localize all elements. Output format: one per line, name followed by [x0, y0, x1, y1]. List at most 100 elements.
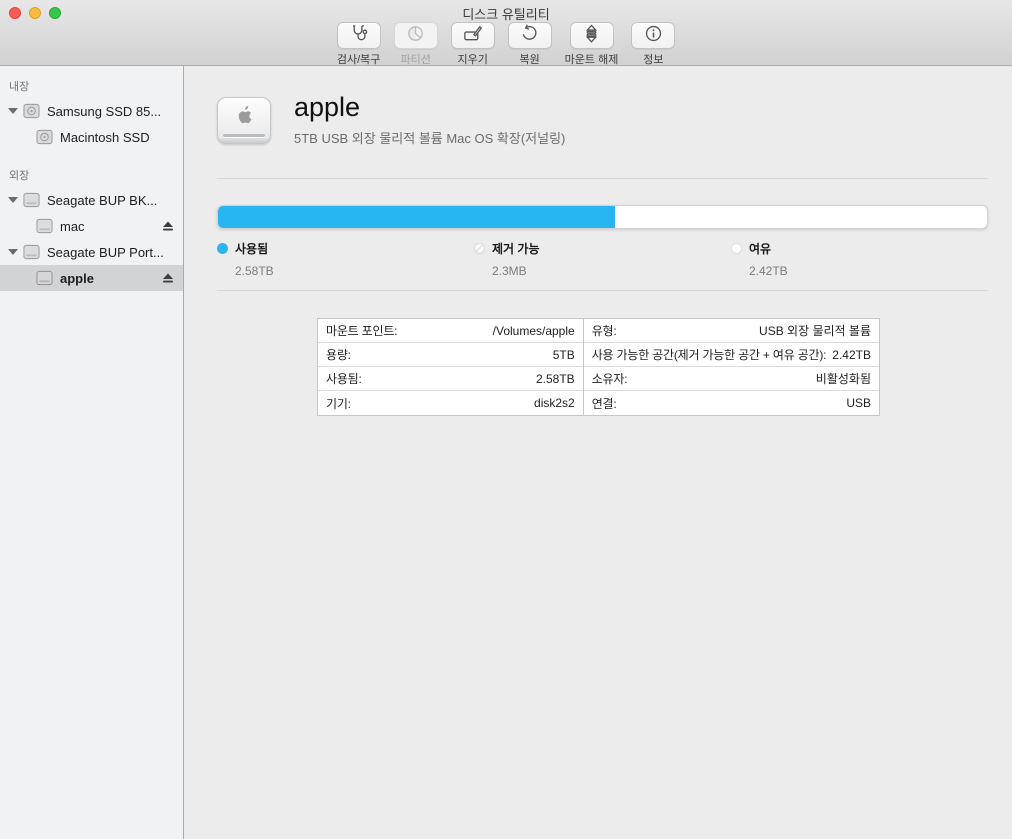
divider: [217, 178, 988, 179]
first-aid-label: 검사/복구: [337, 51, 381, 67]
sidebar-item-mac[interactable]: mac: [0, 213, 183, 239]
restore-icon: [519, 23, 540, 49]
detail-label: 기기:: [326, 395, 351, 412]
toolbar: 검사/복구 파티션: [0, 22, 1012, 67]
device-image: [217, 97, 271, 144]
erase-button[interactable]: [451, 22, 495, 49]
sidebar-section-external: 외장: [0, 163, 183, 187]
detail-row-type: 유형: USB 외장 물리적 볼륨: [584, 319, 879, 343]
erase-button-group: 지우기: [451, 22, 495, 67]
main-pane: apple 5TB USB 외장 물리적 볼륨 Mac OS 확장(저널링) 사…: [184, 66, 1012, 839]
disclosure-triangle-icon[interactable]: [5, 197, 20, 203]
info-label: 정보: [643, 51, 663, 67]
detail-value: 5TB: [553, 348, 575, 362]
detail-value: USB 외장 물리적 볼륨: [759, 322, 871, 339]
erase-label: 지우기: [457, 51, 487, 67]
device-slot: [223, 134, 265, 137]
legend-value: 2.3MB: [492, 264, 731, 278]
unmount-button-group: 마운트 해제: [565, 22, 619, 67]
detail-label: 연결:: [592, 395, 617, 412]
detail-row-connection: 연결: USB: [584, 391, 879, 415]
sidebar-item-label: Seagate BUP BK...: [47, 193, 183, 208]
details-right-column: 유형: USB 외장 물리적 볼륨 사용 가능한 공간(제거 가능한 공간 + …: [583, 319, 879, 415]
detail-label: 사용됨:: [326, 370, 362, 387]
usage-bar-used: [218, 206, 615, 228]
detail-label: 마운트 포인트:: [326, 322, 397, 339]
info-icon: [643, 23, 664, 49]
volume-header-text: apple 5TB USB 외장 물리적 볼륨 Mac OS 확장(저널링): [294, 93, 565, 147]
first-aid-button[interactable]: [337, 22, 381, 49]
internal-volume-icon: [36, 129, 53, 145]
detail-row-mount-point: 마운트 포인트: /Volumes/apple: [318, 319, 583, 343]
detail-label: 소유자:: [592, 370, 628, 387]
sidebar-item-label: Seagate BUP Port...: [47, 245, 183, 260]
internal-disk-icon: [23, 103, 40, 119]
detail-value: disk2s2: [534, 396, 575, 410]
sidebar-item-seagate-bk[interactable]: Seagate BUP BK...: [0, 187, 183, 213]
detail-label: 사용 가능한 공간(제거 가능한 공간 + 여유 공간):: [592, 346, 827, 363]
sidebar-item-seagate-port[interactable]: Seagate BUP Port...: [0, 239, 183, 265]
sidebar-item-label: apple: [60, 271, 162, 286]
partition-button-group: 파티션: [394, 22, 438, 67]
legend-used: 사용됨 2.58TB: [217, 240, 474, 278]
used-swatch-icon: [217, 243, 228, 254]
detail-value: 2.58TB: [536, 372, 575, 386]
external-volume-icon: [36, 270, 53, 286]
eject-icon[interactable]: [162, 221, 174, 232]
unmount-icon: [581, 23, 602, 49]
sidebar-item-apple[interactable]: apple: [0, 265, 183, 291]
partition-button: [394, 22, 438, 49]
apple-logo-icon: [237, 106, 252, 124]
partition-label: 파티션: [400, 51, 430, 67]
window-content: 내장 Samsung SSD 85... Macintosh SSD: [0, 66, 1012, 839]
free-swatch-icon: [731, 243, 742, 254]
external-disk-icon: [23, 244, 40, 260]
usage-bar: [217, 205, 988, 229]
first-aid-button-group: 검사/복구: [337, 22, 381, 67]
volume-subtitle: 5TB USB 외장 물리적 볼륨 Mac OS 확장(저널링): [294, 128, 565, 147]
partition-icon: [405, 23, 426, 49]
sidebar-item-samsung-ssd[interactable]: Samsung SSD 85...: [0, 98, 183, 124]
legend-label: 여유: [749, 240, 771, 257]
legend-free: 여유 2.42TB: [731, 240, 988, 278]
detail-row-used: 사용됨: 2.58TB: [318, 367, 583, 391]
unmount-button[interactable]: [570, 22, 614, 49]
title-bar: 디스크 유틸리티 검사/복구: [0, 0, 1012, 66]
detail-label: 유형:: [592, 322, 617, 339]
detail-value: /Volumes/apple: [493, 324, 575, 338]
detail-row-available: 사용 가능한 공간(제거 가능한 공간 + 여유 공간): 2.42TB: [584, 343, 879, 367]
info-button-group: 정보: [631, 22, 675, 67]
disclosure-triangle-icon[interactable]: [5, 108, 20, 114]
info-button[interactable]: [631, 22, 675, 49]
detail-value: 비활성화됨: [816, 370, 871, 387]
details-table: 마운트 포인트: /Volumes/apple 용량: 5TB 사용됨: 2.5…: [317, 318, 880, 416]
external-volume-icon: [36, 218, 53, 234]
volume-header: apple 5TB USB 외장 물리적 볼륨 Mac OS 확장(저널링): [217, 92, 988, 148]
legend-value: 2.42TB: [749, 264, 988, 278]
eject-icon[interactable]: [162, 273, 174, 284]
disclosure-triangle-icon[interactable]: [5, 249, 20, 255]
sidebar-item-macintosh-ssd[interactable]: Macintosh SSD: [0, 124, 183, 150]
legend-purgeable: 제거 가능 2.3MB: [474, 240, 731, 278]
legend-label: 사용됨: [235, 240, 268, 257]
legend-label: 제거 가능: [492, 240, 540, 257]
usage-legend: 사용됨 2.58TB 제거 가능 2.3MB 여유 2.42TB: [217, 240, 988, 278]
external-disk-icon: [23, 192, 40, 208]
detail-row-capacity: 용량: 5TB: [318, 343, 583, 367]
sidebar: 내장 Samsung SSD 85... Macintosh SSD: [0, 66, 184, 839]
restore-button-group: 복원: [508, 22, 552, 67]
sidebar-item-label: Macintosh SSD: [60, 130, 183, 145]
erase-icon: [462, 23, 483, 49]
detail-value: USB: [846, 396, 871, 410]
volume-title: apple: [294, 93, 565, 123]
restore-button[interactable]: [508, 22, 552, 49]
detail-value: 2.42TB: [832, 348, 871, 362]
detail-label: 용량:: [326, 346, 351, 363]
detail-row-owner: 소유자: 비활성화됨: [584, 367, 879, 391]
window-title: 디스크 유틸리티: [0, 4, 1012, 23]
first-aid-icon: [348, 23, 369, 49]
device-foot: [218, 138, 270, 143]
restore-label: 복원: [520, 51, 540, 67]
purgeable-swatch-icon: [474, 243, 485, 254]
detail-row-device: 기기: disk2s2: [318, 391, 583, 415]
